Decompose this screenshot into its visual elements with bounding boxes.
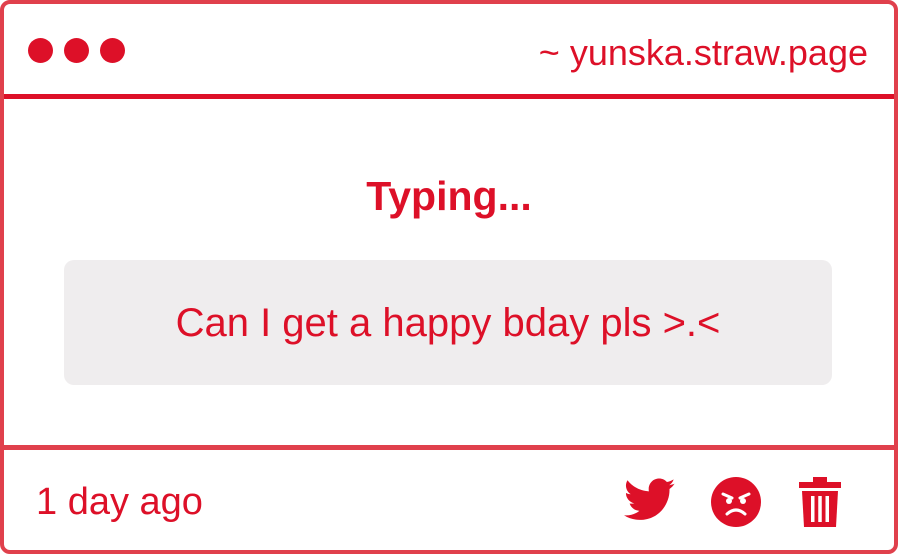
message-bubble: Can I get a happy bday pls >.< [64, 260, 832, 385]
twitter-icon[interactable] [624, 478, 676, 522]
timestamp: 1 day ago [36, 481, 203, 523]
trash-icon[interactable] [798, 476, 842, 528]
message-content: Typing... Can I get a happy bday pls >.< [4, 99, 894, 450]
angry-face-icon[interactable] [711, 477, 761, 527]
message-card: ~ yunska.straw.page Typing... Can I get … [0, 0, 898, 554]
typing-heading: Typing... [366, 173, 532, 219]
window-control-dot[interactable] [64, 38, 89, 63]
card-footer: 1 day ago [4, 450, 894, 550]
window-control-dot[interactable] [28, 38, 53, 63]
page-url[interactable]: ~ yunska.straw.page [539, 30, 868, 76]
window-controls [28, 38, 125, 63]
window-control-dot[interactable] [100, 38, 125, 63]
window-titlebar: ~ yunska.straw.page [4, 4, 894, 99]
message-text: Can I get a happy bday pls >.< [175, 300, 721, 345]
